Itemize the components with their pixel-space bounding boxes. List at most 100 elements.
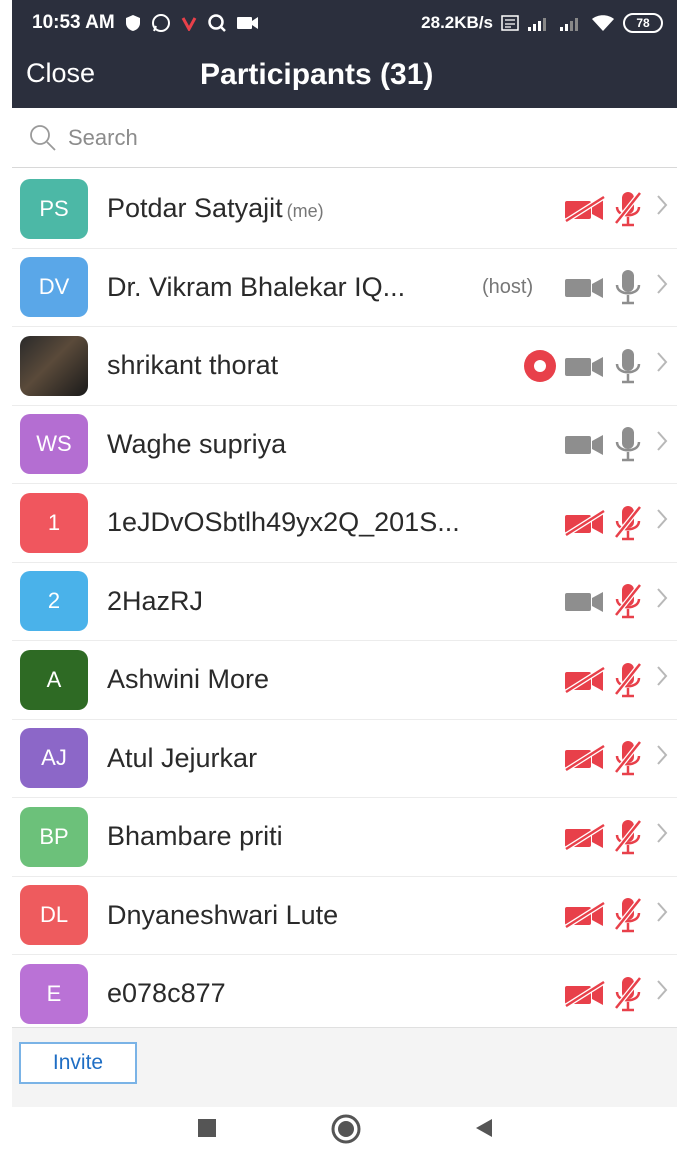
participant-controls	[523, 347, 669, 385]
participant-row[interactable]: DL Dnyaneshwari Lute	[12, 877, 677, 955]
battery-icon: 78	[623, 13, 663, 33]
video-off-icon	[563, 743, 607, 773]
mic-icon	[613, 425, 643, 463]
participant-name: Waghe supriya	[107, 428, 287, 459]
mic-icon	[613, 268, 643, 306]
mic-muted-icon	[613, 504, 643, 542]
avatar-initials: DL	[39, 902, 69, 928]
participant-name-wrap: e078c877	[107, 978, 226, 1009]
search-icon	[28, 123, 58, 153]
network-speed: 28.2KB/s	[421, 13, 493, 32]
video-icon	[563, 429, 607, 459]
video-icon	[563, 586, 607, 616]
search-input[interactable]	[68, 124, 628, 151]
back-triangle-icon[interactable]	[472, 1117, 494, 1139]
avatar: DL	[20, 885, 88, 946]
participant-list: PS Potdar Satyajit (me) DV Dr. Vikram Bhale…	[12, 170, 677, 1034]
avatar-initials: AJ	[41, 745, 67, 771]
recents-square-icon[interactable]	[196, 1117, 218, 1139]
participant-name-wrap: Bhambare priti	[107, 821, 283, 852]
chevron-right-icon	[655, 586, 669, 617]
video-off-icon	[563, 194, 607, 224]
participant-name-wrap: Dnyaneshwari Lute	[107, 900, 338, 931]
avatar: PS	[20, 178, 88, 239]
chevron-right-icon	[655, 350, 669, 381]
close-button[interactable]: Close	[26, 58, 95, 89]
participant-row[interactable]: Ee078c877	[12, 955, 677, 1034]
participant-name-wrap: 1eJDvOSbtlh49yx2Q_201S...	[107, 507, 460, 538]
participant-controls	[563, 582, 669, 620]
video-off-icon	[563, 822, 607, 852]
participant-name-wrap: Waghe supriya	[107, 429, 286, 460]
video-off-icon	[563, 900, 607, 930]
participant-name-wrap: Dr. Vikram Bhalekar IQ...	[107, 272, 405, 303]
avatar: WS	[20, 414, 88, 475]
participant-controls	[563, 504, 669, 542]
participant-name-wrap: 2HazRJ	[107, 586, 203, 617]
video-record-icon	[236, 16, 259, 30]
mic-muted-icon	[613, 582, 643, 620]
avatar-initials: BP	[39, 823, 69, 849]
avatar-initials: WS	[36, 431, 72, 457]
chevron-right-icon	[655, 272, 669, 303]
avatar: A	[20, 649, 88, 710]
video-off-icon	[563, 508, 607, 538]
participant-name-wrap: Ashwini More	[107, 664, 269, 695]
participant-row[interactable]: 2 2HazRJ	[12, 563, 677, 641]
mic-muted-icon	[613, 190, 643, 228]
header-bar: Close Participants (31)	[12, 46, 677, 108]
whatsapp-icon	[151, 13, 171, 33]
participant-controls	[563, 896, 669, 934]
participant-row[interactable]: BP Bhambare priti	[12, 798, 677, 877]
mic-muted-icon	[613, 896, 643, 934]
participant-name: Bhambare priti	[107, 821, 283, 852]
participant-controls	[563, 975, 669, 1013]
mic-muted-icon	[613, 739, 643, 777]
participant-name: Potdar Satyajit	[107, 193, 283, 224]
mic-muted-icon	[613, 818, 643, 856]
search-icon	[207, 13, 227, 33]
participant-controls	[563, 661, 669, 699]
participant-name: 1eJDvOSbtlh49yx2Q_201S...	[107, 507, 460, 538]
vivaldi-icon	[181, 15, 197, 31]
mic-icon	[613, 347, 643, 385]
avatar-initials: PS	[39, 195, 69, 221]
chevron-right-icon	[655, 664, 669, 695]
participant-controls	[563, 190, 669, 228]
shield-icon	[125, 14, 141, 32]
mic-muted-icon	[613, 975, 643, 1013]
chevron-right-icon	[655, 978, 669, 1009]
avatar-initials: DV	[38, 274, 70, 300]
participant-name-wrap: shrikant thorat	[107, 350, 278, 381]
video-off-icon	[563, 979, 607, 1009]
avatar: E	[20, 963, 88, 1024]
chevron-right-icon	[655, 900, 669, 931]
search-bar	[12, 108, 677, 168]
avatar-initials: A	[46, 666, 62, 692]
mic-muted-icon	[613, 661, 643, 699]
avatar: DV	[20, 257, 88, 318]
participant-name: e078c877	[107, 978, 226, 1009]
avatar-photo	[20, 335, 88, 396]
system-nav-bar	[0, 1107, 677, 1155]
avatar-initials: E	[46, 980, 62, 1006]
avatar: AJ	[20, 728, 88, 789]
participant-row[interactable]: A Ashwini More	[12, 641, 677, 720]
participant-name: Dnyaneshwari Lute	[107, 899, 339, 930]
participant-row[interactable]: 1 1eJDvOSbtlh49yx2Q_201S...	[12, 484, 677, 563]
page-title: Participants (31)	[200, 58, 434, 91]
home-circle-icon[interactable]	[330, 1113, 362, 1145]
video-icon	[563, 272, 607, 302]
chevron-right-icon	[655, 429, 669, 460]
video-off-icon	[563, 665, 607, 695]
participant-row[interactable]: DV Dr. Vikram Bhalekar IQ... (host)	[12, 249, 677, 327]
avatar: BP	[20, 806, 88, 867]
participant-row[interactable]: shrikant thorat	[12, 327, 677, 406]
invite-button[interactable]: Invite	[19, 1042, 137, 1084]
battery-level: 78	[636, 16, 650, 30]
signal-icon	[527, 15, 551, 31]
participant-row[interactable]: PS Potdar Satyajit (me)	[12, 170, 677, 249]
participant-row[interactable]: WS Waghe supriya	[12, 406, 677, 484]
recording-icon	[523, 349, 557, 383]
participant-row[interactable]: AJ Atul Jejurkar	[12, 720, 677, 798]
